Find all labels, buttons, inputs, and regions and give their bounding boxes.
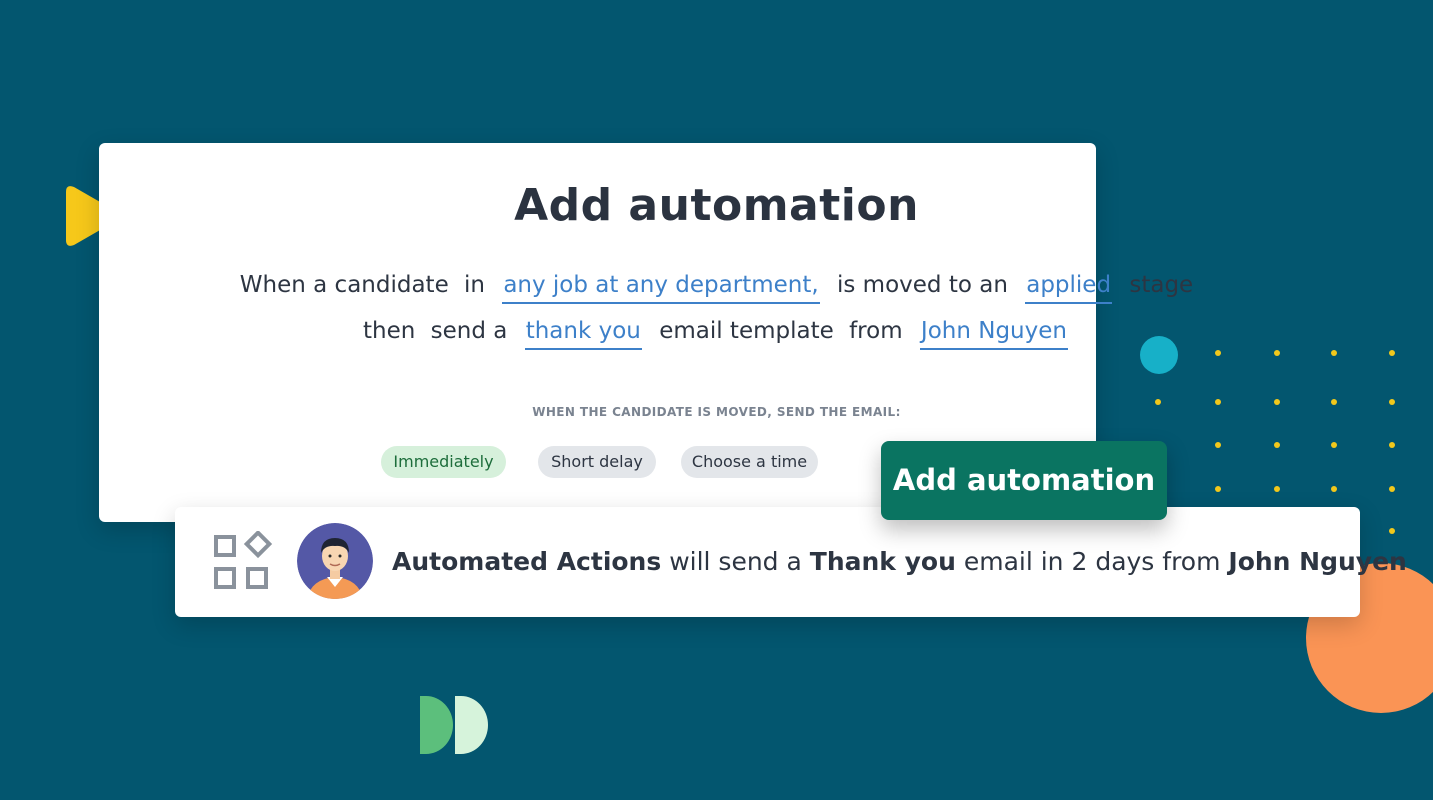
rule-text: When a candidate [239,272,449,298]
rule-text: stage [1129,272,1194,298]
rule-text: email template [659,318,834,344]
yellow-dot [1331,486,1337,492]
rule-sentence-line-2: then send a thank you email template fro… [0,318,1433,350]
rule-text: is moved to an [837,272,1008,298]
yellow-dot [1389,350,1395,356]
yellow-dot [1389,486,1395,492]
rule-text: send a [430,318,508,344]
rule-text: in [464,272,485,298]
sender-selector-link[interactable]: John Nguyen [919,318,1068,350]
rule-text: then [363,318,416,344]
apps-grid-icon [214,531,273,589]
card-title: Add automation [514,180,919,231]
yellow-dot [1215,442,1221,448]
template-selector-link[interactable]: thank you [524,318,642,350]
rule-sentence-line-1: When a candidate in any job at any depar… [0,272,1433,304]
yellow-dot [1274,486,1280,492]
rule-text: from [849,318,903,344]
timing-option-short-delay[interactable]: Short delay [538,446,656,478]
summary-text: will send a [661,547,810,576]
yellow-dot [1215,486,1221,492]
yellow-dot [1331,350,1337,356]
yellow-dot [1389,528,1395,534]
brand-logo-icon [420,696,488,754]
stage-selector-link[interactable]: applied [1025,272,1113,304]
summary-template: Thank you [809,547,956,576]
timing-label: WHEN THE CANDIDATE IS MOVED, SEND THE EM… [532,405,901,419]
user-avatar [297,523,373,599]
timing-option-choose-time[interactable]: Choose a time [681,446,818,478]
summary-actor: Automated Actions [392,547,662,576]
summary-text: email in 2 days from [955,547,1229,576]
yellow-dot [1274,442,1280,448]
yellow-dot [1274,350,1280,356]
add-automation-button[interactable]: Add automation [881,441,1167,520]
job-selector-link[interactable]: any job at any department, [502,272,820,304]
automation-summary-text: Automated Actions will send a Thank you … [392,547,1407,576]
timing-option-immediately[interactable]: Immediately [381,446,506,478]
yellow-dot [1389,442,1395,448]
summary-sender: John Nguyen [1228,547,1407,576]
yellow-dot [1331,442,1337,448]
yellow-dot [1215,350,1221,356]
